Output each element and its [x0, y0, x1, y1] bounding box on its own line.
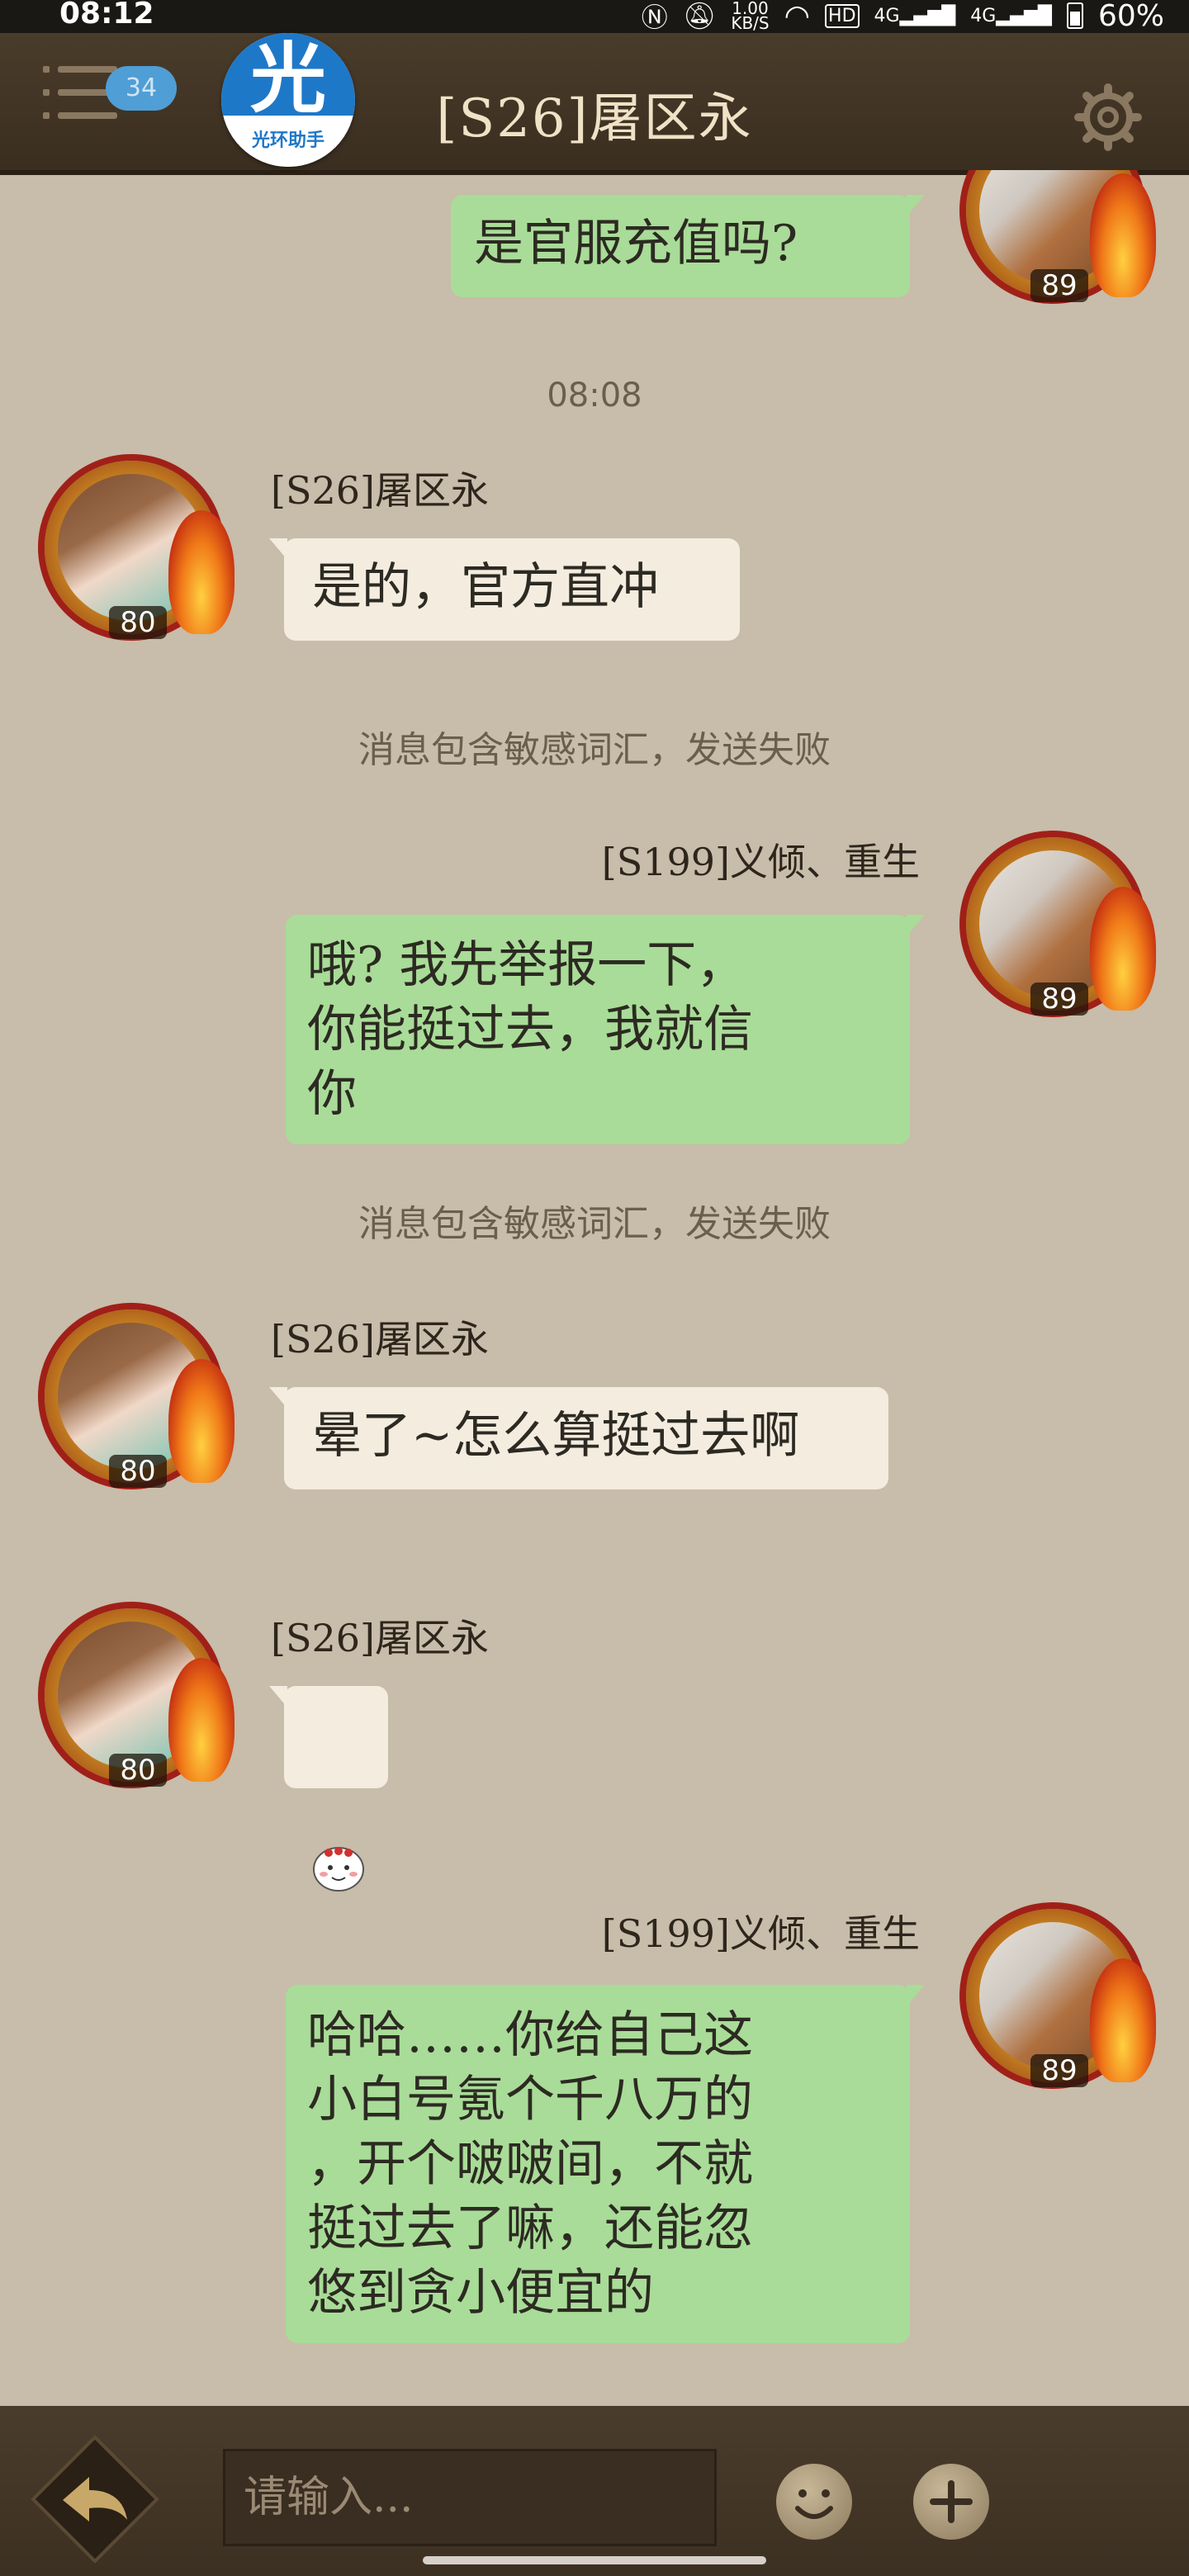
- nfc-icon: Ⓝ: [641, 2, 668, 33]
- message-input[interactable]: 请输入...: [223, 2449, 717, 2546]
- message-bubble-other[interactable]: 是的，官方直冲: [269, 538, 740, 641]
- avatar-other[interactable]: 80: [36, 1301, 234, 1499]
- message-bubble-other[interactable]: 晕了~怎么算挺过去啊: [269, 1387, 888, 1489]
- message-bubble-self[interactable]: 哦? 我先举报一下， 你能挺过去，我就信 你: [286, 915, 925, 1144]
- sender-name: [S199]义倾、重生: [601, 840, 920, 884]
- battery-icon: [1066, 2, 1083, 29]
- avatar-level: 80: [109, 606, 167, 639]
- avatar-self[interactable]: 89: [958, 829, 1156, 1027]
- net-speed: 1.00 KB/S: [731, 0, 770, 33]
- menu-icon-line: [58, 66, 117, 73]
- sender-name: [S26]屠区永: [271, 1616, 489, 1660]
- chat-header: 34 光 光环助手 [S26]屠区永: [0, 33, 1189, 175]
- sticker-bubble[interactable]: [269, 1686, 388, 1892]
- wifi-icon: ◠: [784, 0, 811, 33]
- plus-button[interactable]: [913, 2464, 989, 2540]
- signal-bars-icon: ▂▄▆█: [996, 5, 1052, 26]
- chat-title: [S26]屠区永: [436, 88, 753, 149]
- status-bar: 08:12 Ⓝ 🔕︎ 1.00 KB/S ◠ HD 4G▂▄▆█ 4G▂▄▆█ …: [0, 0, 1189, 33]
- hd-label: HD: [825, 3, 860, 28]
- avatar-other[interactable]: 80: [36, 452, 234, 651]
- system-message: 消息包含敏感词汇，发送失败: [358, 1203, 831, 1245]
- mute-icon: 🔕︎: [682, 0, 717, 31]
- battery-percent: 60%: [1097, 0, 1164, 33]
- sender-name: [S26]屠区永: [271, 468, 489, 513]
- avatar-level: 89: [1030, 269, 1088, 302]
- emoji-button[interactable]: [776, 2464, 852, 2540]
- status-icons: Ⓝ 🔕︎ 1.00 KB/S ◠ HD 4G▂▄▆█ 4G▂▄▆█ 60%: [642, 0, 1164, 35]
- avatar-self[interactable]: 89: [958, 1901, 1156, 2099]
- input-bar: 请输入...: [0, 2406, 1189, 2576]
- avatar-level: 89: [1030, 2054, 1088, 2087]
- plus-icon: [930, 2480, 973, 2523]
- signal-2-label: 4G: [970, 5, 997, 26]
- settings-gear-icon[interactable]: [1073, 83, 1143, 152]
- signal-2: 4G▂▄▆█: [970, 6, 1052, 26]
- sender-name: [S26]屠区永: [271, 1317, 489, 1361]
- message-bubble-self[interactable]: 是官服充值吗?: [451, 195, 925, 297]
- sender-name: [S199]义倾、重生: [601, 1911, 920, 1956]
- system-message: 消息包含敏感词汇，发送失败: [358, 729, 831, 771]
- avatar-level: 80: [109, 1754, 167, 1787]
- avatar-level: 80: [109, 1455, 167, 1488]
- status-time: 08:12: [59, 0, 154, 31]
- back-arrow-icon[interactable]: [30, 2434, 160, 2564]
- home-indicator[interactable]: [423, 2556, 766, 2564]
- menu-icon-dot: [43, 66, 50, 73]
- smiley-icon: [795, 2489, 833, 2519]
- avatar-level: 89: [1030, 983, 1088, 1016]
- signal-bars-icon: ▂▄▆█: [899, 5, 956, 26]
- sticker-face-icon: [313, 1847, 364, 1892]
- signal-1-label: 4G: [874, 5, 900, 26]
- timestamp: 08:08: [547, 376, 642, 414]
- avatar-other[interactable]: 80: [36, 1600, 234, 1798]
- net-speed-unit: KB/S: [731, 13, 770, 33]
- message-bubble-self[interactable]: 哈哈……你给自己这 小白号氪个千八万的 ，开个啵啵间，不就 挺过去了嘛，还能忽 …: [286, 1985, 925, 2343]
- signal-1: 4G▂▄▆█: [874, 6, 956, 26]
